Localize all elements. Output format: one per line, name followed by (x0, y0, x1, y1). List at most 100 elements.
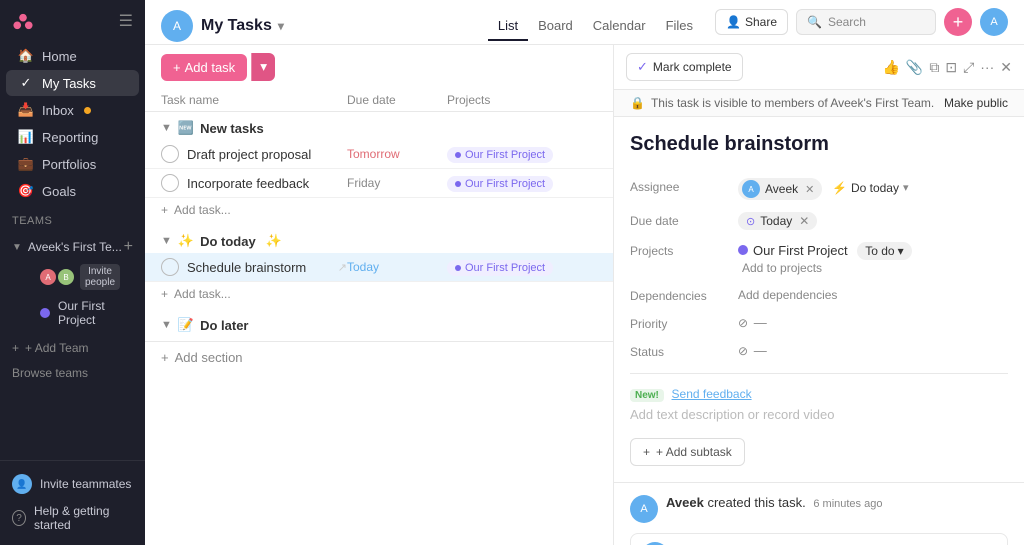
sidebar-team: ▼ Aveek's First Te... + A B Invite peopl… (0, 231, 145, 336)
activity-time: 6 minutes ago (813, 498, 882, 510)
add-subtask-button[interactable]: + + Add subtask (630, 438, 745, 466)
activity-item: A Aveek created this task. 6 minutes ago (630, 495, 1008, 523)
section-collapse-icon[interactable]: ▼ (161, 319, 172, 331)
header-title-area: My Tasks ▾ (201, 17, 284, 35)
task-due-date: Tomorrow (347, 147, 447, 161)
activity-user: Aveek (666, 495, 704, 510)
priority-field-label: Priority (630, 315, 730, 331)
sidebar-item-reporting[interactable]: 📊 Reporting (6, 124, 139, 150)
projects-field-label: Projects (630, 242, 730, 258)
sidebar-item-goals[interactable]: 🎯 Goals (6, 178, 139, 204)
do-today-status-chip[interactable]: ⚡ Do today ▾ (832, 181, 909, 195)
add-section-button[interactable]: + Add section (145, 341, 613, 373)
priority-icon: ⊘ (738, 316, 748, 330)
add-team-button[interactable]: + + Add Team (0, 336, 145, 360)
to-do-label: To do (865, 244, 894, 258)
search-icon: 🔍 (807, 15, 822, 29)
asana-logo (12, 10, 34, 32)
team-name-label: Aveek's First Te... (28, 240, 122, 254)
project-pill[interactable]: Our First Project (447, 147, 553, 163)
duplicate-icon[interactable]: ⊡ (945, 59, 957, 76)
to-do-chip[interactable]: To do ▾ (857, 242, 911, 260)
assignee-remove-icon[interactable]: ✕ (805, 183, 814, 196)
desc-feedback-link[interactable]: Send feedback (672, 387, 752, 401)
add-task-dropdown-button[interactable]: ▾ (251, 53, 275, 81)
section-collapse-icon[interactable]: ▼ (161, 122, 172, 134)
add-task-button[interactable]: + Add task (161, 54, 247, 81)
sidebar-item-inbox[interactable]: 📥 Inbox (6, 97, 139, 123)
title-caret-icon[interactable]: ▾ (278, 19, 284, 33)
add-task-inline-today[interactable]: + Add task... (145, 282, 613, 309)
task-area: + Add task ▾ Task name Due date Projects… (145, 45, 1024, 545)
task-checkbox[interactable] (161, 145, 179, 163)
do-today-label: Do today (200, 234, 256, 249)
tab-board[interactable]: Board (528, 12, 583, 41)
team-chevron-icon: ▼ (12, 242, 22, 253)
like-icon[interactable]: 👍 (882, 59, 899, 76)
add-task-plus-icon: + (173, 60, 181, 75)
desc-placeholder[interactable]: Add text description or record video (630, 407, 1008, 422)
header-tabs: List Board Calendar Files (488, 12, 703, 40)
section-new-tasks[interactable]: ▼ 🆕 New tasks (145, 112, 613, 140)
section-collapse-icon[interactable]: ▼ (161, 235, 172, 247)
task-row[interactable]: Incorporate feedback Friday Our First Pr… (145, 169, 613, 198)
add-to-projects-button[interactable]: Add to projects (742, 261, 822, 275)
expand-icon[interactable]: ⤢ (963, 59, 974, 76)
team-avatar-2: B (58, 269, 74, 285)
mark-complete-label: Mark complete (653, 60, 732, 74)
attachment-icon[interactable]: 📎 (906, 59, 923, 76)
mark-complete-button[interactable]: ✓ Mark complete (626, 53, 743, 81)
sidebar-toggle-icon[interactable]: ☰ (119, 11, 133, 31)
task-expand-icon[interactable]: ↗ (338, 261, 347, 274)
add-subtask-plus-icon: + (643, 445, 650, 459)
tab-files[interactable]: Files (656, 12, 703, 41)
close-icon[interactable]: ✕ (1000, 59, 1012, 76)
task-checkbox[interactable] (161, 174, 179, 192)
copy-icon[interactable]: ⧉ (929, 59, 939, 76)
add-new-button[interactable]: + (944, 8, 972, 36)
activity-avatar: A (630, 495, 658, 523)
due-date-chip[interactable]: ⊙ Today ✕ (738, 212, 817, 230)
browse-teams-button[interactable]: Browse teams (0, 360, 145, 386)
description-header: New! Send feedback (630, 386, 1008, 401)
more-options-icon[interactable]: ··· (980, 59, 994, 75)
user-avatar-header[interactable]: A (980, 8, 1008, 36)
due-date-remove-icon[interactable]: ✕ (799, 214, 809, 228)
sidebar-item-our-first-project[interactable]: Our First Project (18, 295, 127, 331)
add-team-member-icon[interactable]: + (124, 238, 133, 256)
share-button[interactable]: 👤 Share (715, 9, 788, 35)
section-do-later[interactable]: ▼ 📝 Do later (145, 309, 613, 337)
tab-list[interactable]: List (488, 12, 528, 41)
section-do-today[interactable]: ▼ ✨ Do today ✨ (145, 225, 613, 253)
project-field-chip: Our First Project (738, 243, 848, 258)
task-row-selected[interactable]: Schedule brainstorm ↗ Today Our First Pr… (145, 253, 613, 282)
team-header[interactable]: ▼ Aveek's First Te... + (12, 235, 133, 259)
invite-people-button[interactable]: Invite people (80, 264, 120, 290)
activity-section: A Aveek created this task. 6 minutes ago… (614, 482, 1024, 545)
sidebar-subitem-avatars[interactable]: A B Invite people (18, 260, 127, 294)
task-row[interactable]: Draft project proposal Tomorrow Our Firs… (145, 140, 613, 169)
sidebar-item-portfolios[interactable]: 💼 Portfolios (6, 151, 139, 177)
priority-value-text: — (754, 315, 767, 330)
help-button[interactable]: ? Help & getting started (0, 499, 145, 537)
col-task-name-header: Task name (161, 93, 347, 107)
make-public-button[interactable]: Make public (944, 96, 1008, 110)
add-inline-label: Add task... (174, 203, 231, 217)
project-pill[interactable]: Our First Project (447, 176, 553, 192)
invite-teammates-button[interactable]: 👤 Invite teammates (0, 469, 145, 499)
status-chip-label: Do today (851, 181, 899, 195)
assignee-chip[interactable]: A Aveek ✕ (738, 178, 822, 200)
project-pill-label: Our First Project (465, 149, 545, 161)
project-pill[interactable]: Our First Project (447, 260, 553, 276)
task-checkbox[interactable] (161, 258, 179, 276)
add-task-inline[interactable]: + Add task... (145, 198, 613, 225)
search-box[interactable]: 🔍 Search (796, 9, 936, 35)
sidebar-item-inbox-label: Inbox (42, 103, 74, 118)
add-dependencies-button[interactable]: Add dependencies (738, 288, 837, 302)
portfolios-icon: 💼 (18, 156, 34, 172)
tab-calendar[interactable]: Calendar (583, 12, 656, 41)
sidebar-nav: 🏠 Home ✓ My Tasks 📥 Inbox 📊 Reporting 💼 … (0, 42, 145, 460)
project-circle-icon (738, 245, 748, 255)
sidebar-item-my-tasks[interactable]: ✓ My Tasks (6, 70, 139, 96)
sidebar-item-home[interactable]: 🏠 Home (6, 43, 139, 69)
